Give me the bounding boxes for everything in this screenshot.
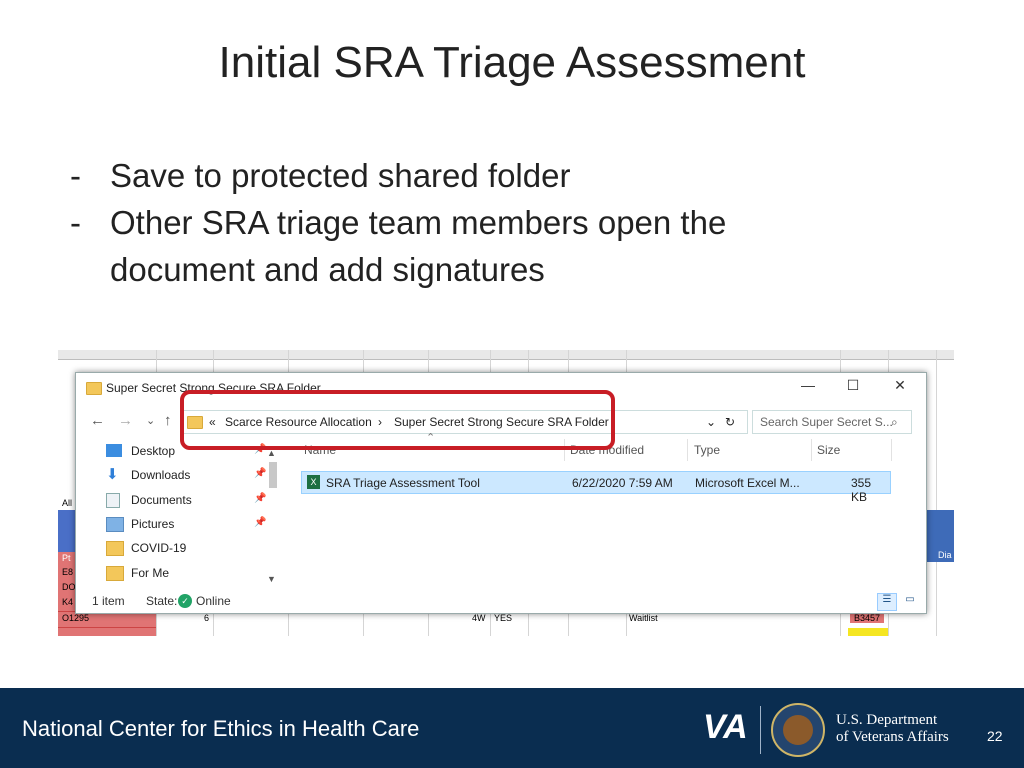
excel-file-icon: X xyxy=(307,475,320,489)
search-placeholder: Search Super Secret S... xyxy=(760,415,893,429)
nav-item-downloads[interactable]: ⬇ Downloads 📌 xyxy=(106,465,276,487)
cell-text: Dia xyxy=(938,550,952,560)
column-header-size[interactable]: Size xyxy=(817,443,840,457)
nav-item-label: Documents xyxy=(131,493,192,507)
cell-red xyxy=(58,628,156,636)
nav-item-for-me[interactable]: For Me xyxy=(106,563,276,585)
column-header-type[interactable]: Type xyxy=(694,443,720,457)
cell-text: All xyxy=(62,498,73,508)
folder-icon xyxy=(106,566,124,581)
nav-item-documents[interactable]: Documents 📌 xyxy=(106,490,276,512)
large-icons-view-button[interactable]: ▭ xyxy=(900,593,920,611)
close-button[interactable]: ✕ xyxy=(889,377,911,394)
page-number: 22 xyxy=(987,728,1003,744)
footer: National Center for Ethics in Health Car… xyxy=(0,688,1024,768)
address-dropdown-icon[interactable]: ⌄ xyxy=(706,415,716,429)
search-input[interactable]: Search Super Secret S... ⌕ xyxy=(752,410,912,434)
nav-pane-scrollbar[interactable]: ▲ ▼ xyxy=(266,448,280,588)
cell-text: 6 xyxy=(204,613,210,623)
cell-text: B3457 xyxy=(850,613,885,623)
file-type: Microsoft Excel M... xyxy=(695,476,800,490)
nav-item-label: COVID-19 xyxy=(131,541,187,555)
cell-text: O1295 xyxy=(62,613,90,623)
up-arrow-icon[interactable]: ↑ xyxy=(164,412,172,429)
pictures-icon xyxy=(106,517,124,532)
cell-text: Pt xyxy=(62,553,71,563)
cell-text: DO xyxy=(62,582,76,592)
back-arrow-icon[interactable]: ← xyxy=(90,412,105,429)
department-line: of Veterans Affairs xyxy=(836,729,949,745)
nav-item-label: Desktop xyxy=(131,444,176,458)
maximize-button[interactable]: ☐ xyxy=(842,377,864,394)
cell-text: 4W xyxy=(472,613,486,623)
nav-item-covid-19[interactable]: COVID-19 xyxy=(106,538,276,560)
bullet-dash: - xyxy=(70,157,81,194)
column-divider[interactable] xyxy=(811,439,812,461)
eagle-emblem-icon xyxy=(783,715,813,745)
file-name: SRA Triage Assessment Tool xyxy=(326,476,480,490)
nav-item-pictures[interactable]: Pictures 📌 xyxy=(106,514,276,536)
column-header-strip xyxy=(58,350,954,360)
slide-title: Initial SRA Triage Assessment xyxy=(218,38,806,87)
pin-icon[interactable]: 📌 xyxy=(254,493,266,504)
bullet-dash: - xyxy=(70,204,81,241)
recent-locations-icon[interactable]: ⌄ xyxy=(146,414,155,427)
column-divider[interactable] xyxy=(687,439,688,461)
item-count: 1 item xyxy=(92,594,125,608)
status-bar: 1 item State: ✓ Online ☰ ▭ xyxy=(76,591,926,613)
folder-icon xyxy=(106,541,124,556)
scrollbar-thumb[interactable] xyxy=(269,462,277,488)
nav-item-label: Pictures xyxy=(131,517,175,531)
cell-yellow xyxy=(848,628,888,636)
table-row: O1295 6 4W YES Waitlist B3457 xyxy=(58,612,954,627)
bullet-text: Other SRA triage team members open the d… xyxy=(110,204,727,288)
department-name: U.S. Department of Veterans Affairs xyxy=(836,712,949,746)
minimize-button[interactable]: — xyxy=(797,377,819,393)
state-label: State: xyxy=(146,594,178,608)
file-date: 6/22/2020 7:59 AM xyxy=(572,476,673,490)
forward-arrow-icon[interactable]: → xyxy=(118,412,133,429)
nav-item-label: For Me xyxy=(131,566,170,580)
address-highlight-outline xyxy=(180,390,615,450)
search-icon: ⌕ xyxy=(891,415,898,429)
state-value: Online xyxy=(196,594,231,608)
file-size: 355 KB xyxy=(851,476,872,504)
documents-icon xyxy=(106,493,120,508)
bullet-item: - Save to protected shared folder xyxy=(70,152,830,199)
logo-divider xyxy=(760,706,761,754)
sync-online-icon: ✓ xyxy=(178,594,192,608)
navigation-pane: Desktop 📌 ⬇ Downloads 📌 Documents 📌 Pict… xyxy=(76,441,284,587)
pin-icon[interactable]: 📌 xyxy=(254,468,266,479)
scroll-down-icon[interactable]: ▼ xyxy=(267,574,276,584)
va-seal-icon xyxy=(771,703,825,757)
va-logo: VA xyxy=(703,708,748,746)
cell-text: E8 xyxy=(62,567,74,577)
department-line: U.S. Department xyxy=(836,712,938,728)
details-view-button[interactable]: ☰ xyxy=(877,593,897,611)
organization-name: National Center for Ethics in Health Car… xyxy=(22,716,420,741)
cell-text: K4 xyxy=(62,597,74,607)
refresh-icon[interactable]: ↻ xyxy=(725,415,735,429)
pin-icon[interactable]: 📌 xyxy=(254,517,266,528)
column-divider[interactable] xyxy=(891,439,892,461)
nav-item-label: Downloads xyxy=(131,468,191,482)
folder-icon xyxy=(86,382,102,395)
grid-line xyxy=(936,350,937,636)
download-icon: ⬇ xyxy=(106,466,119,483)
bullet-list: - Save to protected shared folder - Othe… xyxy=(70,152,830,293)
file-row[interactable]: X SRA Triage Assessment Tool 6/22/2020 7… xyxy=(301,471,891,504)
bullet-item: - Other SRA triage team members open the… xyxy=(70,199,830,293)
cell-text: Waitlist xyxy=(629,613,658,623)
cell-text: YES xyxy=(494,613,513,623)
desktop-icon xyxy=(106,444,122,457)
bullet-text: Save to protected shared folder xyxy=(110,157,571,194)
